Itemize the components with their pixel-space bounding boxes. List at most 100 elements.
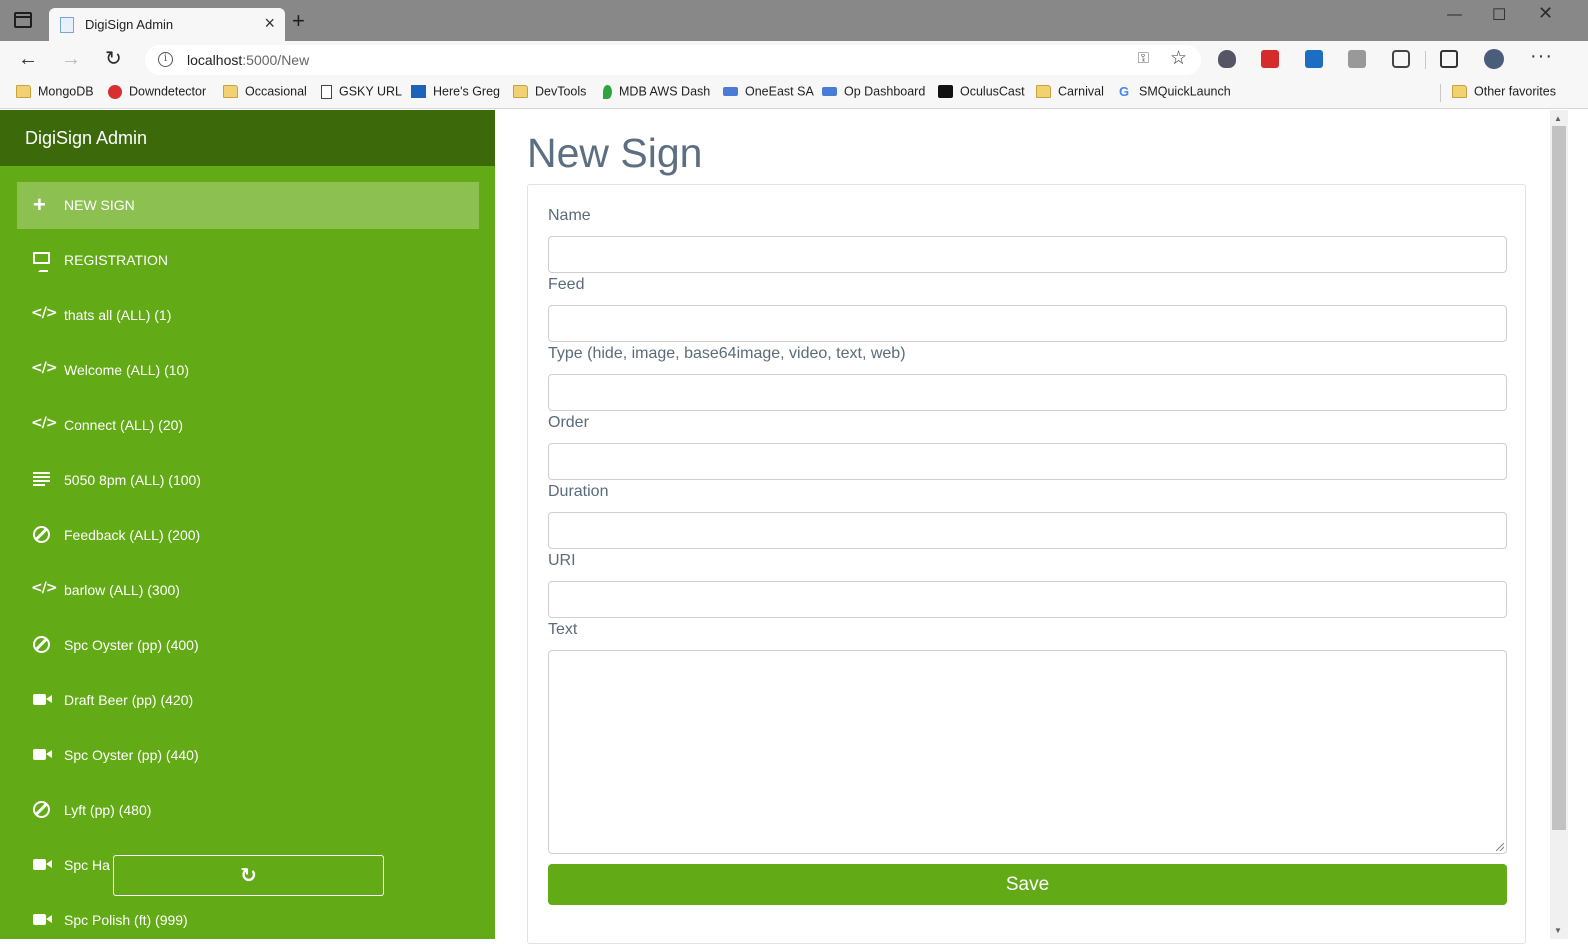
app-brand[interactable]: DigiSign Admin xyxy=(0,110,495,166)
name-input[interactable] xyxy=(548,236,1507,273)
sidebar-item-label: 5050 8pm (ALL) (100) xyxy=(64,472,201,488)
video-icon xyxy=(33,694,52,705)
bookmark-item[interactable]: Downdetector xyxy=(108,84,206,102)
address-bar[interactable]: i localhost:5000/New ⚿ ☆ xyxy=(145,45,1201,75)
refresh-button[interactable]: ↻ xyxy=(113,855,384,896)
browser-tab[interactable]: DigiSign Admin × xyxy=(49,8,285,41)
sidebar-item-sign[interactable]: Spc Oyster (pp) (440) xyxy=(17,732,479,779)
bookmark-item[interactable]: Op Dashboard xyxy=(822,84,925,102)
sidebar-item-sign[interactable]: </> Connect (ALL) (20) xyxy=(17,402,479,449)
folder-icon xyxy=(223,85,238,99)
scroll-down-icon[interactable]: ▼ xyxy=(1554,926,1562,935)
google-icon: G xyxy=(1119,84,1130,100)
save-button[interactable]: Save xyxy=(548,864,1507,905)
text-textarea[interactable] xyxy=(548,650,1507,854)
maximize-icon[interactable]: ☐ xyxy=(1492,5,1506,25)
sidebar-item-sign[interactable]: Draft Beer (pp) (420) xyxy=(17,677,479,724)
reload-icon[interactable]: ↻ xyxy=(105,47,122,71)
duration-input[interactable] xyxy=(548,512,1507,549)
sidebar-item-sign[interactable]: </> Welcome (ALL) (10) xyxy=(17,347,479,394)
key-icon[interactable]: ⚿ xyxy=(1138,50,1149,67)
bookmark-item[interactable]: Here's Greg xyxy=(411,84,500,102)
sidebar-item-label: REGISTRATION xyxy=(64,252,168,268)
extensions-puzzle-icon[interactable] xyxy=(1392,50,1410,68)
profile-avatar[interactable] xyxy=(1484,49,1504,69)
other-favorites[interactable]: Other favorites xyxy=(1452,84,1556,102)
sidebar-item-label: barlow (ALL) (300) xyxy=(64,582,180,598)
tab-actions-icon[interactable] xyxy=(14,12,32,28)
uri-input[interactable] xyxy=(548,581,1507,618)
bookmark-item[interactable]: GSKY URL xyxy=(321,84,402,102)
extension-icon[interactable] xyxy=(1305,50,1323,68)
ban-icon xyxy=(33,801,50,818)
sidebar-item-sign[interactable]: Spc Polish (ft) (999) xyxy=(17,897,479,939)
window-edge xyxy=(1568,110,1588,939)
bookmark-item[interactable]: DevTools xyxy=(513,84,586,102)
bookmark-item[interactable]: G SMQuickLaunch xyxy=(1119,84,1231,102)
sidebar-item-sign[interactable]: </> thats all (ALL) (1) xyxy=(17,292,479,339)
flow-icon xyxy=(723,87,738,97)
sidebar-item-label: Feedback (ALL) (200) xyxy=(64,527,201,543)
bookmark-item[interactable]: MDB AWS Dash xyxy=(603,84,710,102)
extension-icon[interactable] xyxy=(1348,50,1366,68)
back-icon[interactable]: ← xyxy=(18,47,38,71)
bookmark-item[interactable]: Carnival xyxy=(1036,84,1104,102)
sidebar-item-sign[interactable]: 5050 8pm (ALL) (100) xyxy=(17,457,479,504)
tab-strip: DigiSign Admin × + — ☐ ✕ xyxy=(0,0,1588,41)
minimize-icon[interactable]: — xyxy=(1447,6,1462,23)
downdetector-icon xyxy=(108,84,122,99)
tab-title: DigiSign Admin xyxy=(85,17,174,32)
sidebar-item-sign[interactable]: </> barlow (ALL) (300) xyxy=(17,567,479,614)
lastpass-extension-icon[interactable] xyxy=(1261,50,1279,68)
sidebar-item-sign[interactable]: Feedback (ALL) (200) xyxy=(17,512,479,559)
url-path: :5000/New xyxy=(242,52,310,68)
browser-toolbar: ← → ↻ i localhost:5000/New ⚿ ☆ ··· xyxy=(0,41,1588,78)
sidebar-item-label: Welcome (ALL) (10) xyxy=(64,362,190,378)
close-tab-icon[interactable]: × xyxy=(264,13,275,34)
greg-icon xyxy=(411,85,426,99)
sidebar-item-new-sign[interactable]: + NEW SIGN xyxy=(17,182,479,229)
bookmark-item[interactable]: MongoDB xyxy=(16,84,94,102)
sidebar-item-sign[interactable]: Lyft (pp) (480) xyxy=(17,787,479,834)
sidebar-item-sign[interactable]: Spc Oyster (pp) (400) xyxy=(17,622,479,669)
folder-icon xyxy=(1452,85,1467,99)
feed-input[interactable] xyxy=(548,305,1507,342)
scroll-up-icon[interactable]: ▲ xyxy=(1554,114,1562,123)
bookmark-item[interactable]: OculusCast xyxy=(938,84,1025,102)
forward-icon[interactable]: → xyxy=(61,47,81,71)
url-text[interactable]: localhost:5000/New xyxy=(187,52,309,68)
ublock-extension-icon[interactable] xyxy=(1218,50,1236,68)
order-input[interactable] xyxy=(548,443,1507,480)
code-icon: </> xyxy=(31,415,58,431)
bookmark-item[interactable]: OneEast SA xyxy=(723,84,814,102)
sidebar-item-label: Lyft (pp) (480) xyxy=(64,802,152,818)
duration-label: Duration xyxy=(548,483,609,500)
folder-icon xyxy=(16,85,31,99)
site-info-icon[interactable]: i xyxy=(158,52,173,67)
order-label: Order xyxy=(548,414,589,431)
ban-icon xyxy=(33,636,50,653)
name-label: Name xyxy=(548,207,591,224)
flow-icon xyxy=(822,87,837,97)
video-icon xyxy=(33,749,52,760)
more-menu-icon[interactable]: ··· xyxy=(1530,45,1553,68)
page-title: New Sign xyxy=(527,130,703,176)
add-favorite-icon[interactable]: ☆ xyxy=(1170,47,1187,70)
bookmark-item[interactable]: Occasional xyxy=(223,84,307,102)
collections-icon[interactable] xyxy=(1440,50,1458,68)
type-input[interactable] xyxy=(548,374,1507,411)
sidebar-item-label: Draft Beer (pp) (420) xyxy=(64,692,194,708)
close-window-icon[interactable]: ✕ xyxy=(1538,3,1553,24)
sidebar-item-registration[interactable]: REGISTRATION xyxy=(17,237,479,284)
sidebar-item-label: Connect (ALL) (20) xyxy=(64,417,184,433)
plus-icon: + xyxy=(33,192,46,217)
page-favicon-icon xyxy=(60,17,74,33)
scrollbar-thumb[interactable] xyxy=(1552,126,1566,830)
new-tab-icon[interactable]: + xyxy=(292,10,305,32)
vertical-scrollbar[interactable]: ▲ ▼ xyxy=(1550,110,1568,939)
bookmarks-bar: MongoDB Downdetector Occasional GSKY URL… xyxy=(0,78,1588,109)
text-lines-icon xyxy=(33,472,50,486)
sidebar-item-label: Spc Oyster (pp) (440) xyxy=(64,747,199,763)
bookmarks-divider xyxy=(1440,84,1441,102)
monitor-icon xyxy=(33,252,50,272)
